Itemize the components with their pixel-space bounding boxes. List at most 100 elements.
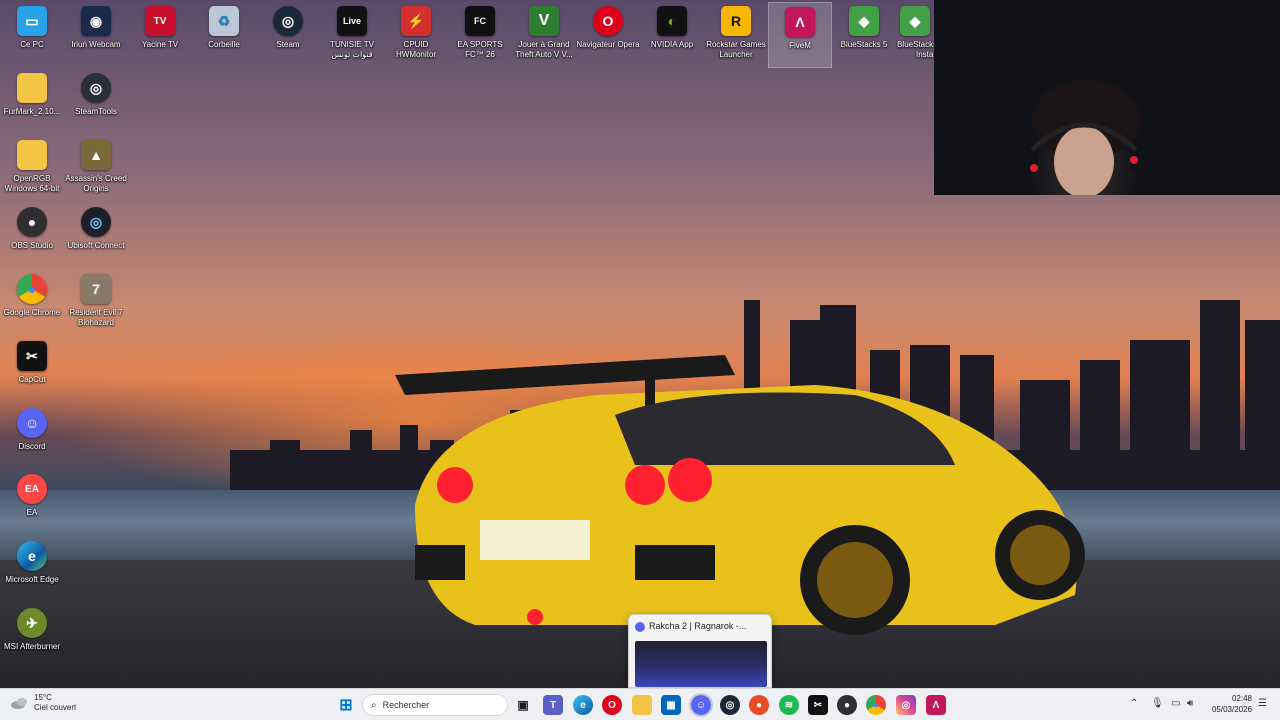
discord-icon — [635, 622, 645, 632]
desktop-icon-re7[interactable]: 7 Resident Evil 7 Biohazard — [64, 270, 128, 336]
windows-start-icon[interactable]: ⊞ — [336, 695, 356, 715]
desktop-icon-bluestacks[interactable]: ◆ BlueStacks 5 — [832, 2, 896, 68]
desktop-icon-steamtools[interactable]: ◎ SteamTools — [64, 69, 128, 135]
desktop-icon-steam[interactable]: ◎ Steam — [256, 2, 320, 68]
task-view-icon[interactable]: ▣ — [513, 695, 533, 715]
afterburner-icon: ✈ — [17, 608, 47, 638]
desktop-icon-microsoft-edge[interactable]: e Microsoft Edge — [0, 537, 64, 603]
notification-icon[interactable]: ☰ — [1258, 698, 1267, 709]
microsoft-store-icon[interactable]: ▦ — [661, 695, 681, 715]
webcam-icon: ◉ — [81, 6, 111, 36]
desktop-icon-label: Steam — [276, 40, 300, 49]
chevron-up-icon[interactable]: ⌃ — [1130, 698, 1138, 709]
teams-icon[interactable]: T — [543, 695, 563, 715]
desktop-icon-ea-fc26[interactable]: FC EA SPORTS FC™ 26 — [448, 2, 512, 68]
desktop-icon-tunisie-tv[interactable]: Live TUNISIE TV قنوات تونس — [320, 2, 384, 68]
obs-icon: ● — [17, 207, 47, 237]
instagram-icon[interactable]: ◎ — [896, 695, 916, 715]
search-box[interactable]: ⌕ Rechercher — [362, 694, 508, 716]
hwmonitor-icon: ⚡ — [401, 6, 431, 36]
webcam-overlay — [934, 0, 1280, 195]
desktop-icon-label: Google Chrome — [3, 308, 61, 317]
desktop-icon-rockstar[interactable]: R Rockstar Games Launcher — [704, 2, 768, 68]
weather-widget[interactable]: 15°C Ciel couvert — [10, 693, 76, 713]
clock-date: 05/03/2026 — [1211, 705, 1252, 714]
desktop-icon-nvidia-app[interactable]: ◐ NVIDIA App — [640, 2, 704, 68]
desktop-icon-ubisoft-connect[interactable]: ◎ Ubisoft Connect — [64, 203, 128, 269]
cloud-icon — [10, 696, 30, 710]
desktop-icon-label: Resident Evil 7 Biohazard — [69, 308, 123, 327]
desktop-icon-iriun-webcam[interactable]: ◉ Iriun Webcam — [64, 2, 128, 68]
weather-description: Ciel couvert — [34, 703, 77, 712]
microphone-icon[interactable]: 🎙︎ — [1151, 698, 1164, 709]
spotify-icon[interactable]: ≋ — [779, 695, 799, 715]
desktop-icon-ac-origins[interactable]: ▲ Assassin's Creed Origins — [64, 136, 128, 202]
desktop-icon-label: Ubisoft Connect — [67, 241, 125, 250]
steamtools-icon: ◎ — [81, 73, 111, 103]
search-placeholder: Rechercher — [382, 700, 430, 710]
desktop-icon-label: CapCut — [18, 375, 46, 384]
desktop-icon-google-chrome[interactable]: ● Google Chrome — [0, 270, 64, 336]
desktop-icon-label: TUNISIE TV قنوات تونس — [330, 40, 374, 59]
ea-icon: EA — [17, 474, 47, 504]
capcut-icon: ✂ — [17, 341, 47, 371]
edge-icon: e — [17, 541, 47, 571]
fc26-icon: FC — [465, 6, 495, 36]
taskbar-window-preview[interactable]: Rakcha 2 | Ragnarok -... — [628, 614, 772, 688]
yellow-sports-car — [395, 355, 1085, 635]
steam-icon: ◎ — [273, 6, 303, 36]
re7-icon: 7 — [81, 274, 111, 304]
ac-origins-icon: ▲ — [81, 140, 111, 170]
firefox-icon[interactable]: ● — [749, 695, 769, 715]
desktop-icon-opera[interactable]: O Navigateur Opera — [576, 2, 640, 68]
desktop-icon-hwmonitor[interactable]: ⚡ CPUID HWMonitor — [384, 2, 448, 68]
edge-icon[interactable]: e — [573, 695, 593, 715]
desktop-icon-ea[interactable]: EA EA — [0, 470, 64, 536]
computer-icon: ▭ — [17, 6, 47, 36]
preview-thumbnail — [635, 641, 767, 687]
desktop-icon-furmark[interactable]: FurMark_2.10... — [0, 69, 64, 135]
weather-temperature: 15°C — [34, 693, 52, 702]
file-explorer-icon[interactable] — [632, 695, 652, 715]
desktop-icon-fivem[interactable]: Λ FiveM — [768, 2, 832, 68]
fivem-icon[interactable]: Λ — [926, 695, 946, 715]
desktop-icon-obs-studio[interactable]: ● OBS Studio — [0, 203, 64, 269]
tv-icon: TV — [145, 6, 175, 36]
nvidia-icon: ◐ — [657, 6, 687, 36]
capcut-icon[interactable]: ✂ — [808, 695, 828, 715]
desktop-icon-label: Microsoft Edge — [5, 575, 59, 584]
desktop-icon-ce-pc[interactable]: ▭ Ce PC — [0, 2, 64, 68]
discord-icon[interactable]: ☺ — [689, 693, 713, 717]
opera-icon[interactable]: O — [602, 695, 622, 715]
folder-icon — [17, 73, 47, 103]
folder-icon — [17, 140, 47, 170]
desktop-icon-label: BlueStacks Multi-Insta... — [897, 40, 934, 59]
desktop-icon-msi-afterburner[interactable]: ✈ MSI Afterburner — [0, 604, 64, 670]
recycle-bin-icon: ♻ — [209, 6, 239, 36]
desktop-icon-label: CPUID HWMonitor — [395, 40, 436, 59]
desktop-icon-openrgb[interactable]: OpenRGB Windows 64-bit — [0, 136, 64, 202]
desktop-icon-gta-v[interactable]: V Jouer à Grand Theft Auto V V... — [512, 2, 576, 68]
chrome-icon: ● — [17, 274, 47, 304]
rockstar-icon: R — [721, 6, 751, 36]
desktop-icon-yacine-tv[interactable]: TV Yacine TV — [128, 2, 192, 68]
desktop-icon-bluestacks-multi[interactable]: ◆ BlueStacks Multi-Insta... — [896, 2, 934, 68]
desktop-icon-label: MSI Afterburner — [3, 642, 61, 651]
obs-icon[interactable]: ● — [837, 695, 857, 715]
chrome-icon[interactable]: ● — [866, 695, 886, 715]
desktop-icon-corbeille[interactable]: ♻ Corbeille — [192, 2, 256, 68]
steam-icon[interactable]: ◎ — [720, 695, 740, 715]
webcam-person — [1030, 80, 1140, 195]
volume-icon[interactable]: 🔊︎ — [1187, 698, 1193, 709]
desktop-icon-capcut[interactable]: ✂ CapCut — [0, 337, 64, 403]
desktop-icon-label: Rockstar Games Launcher — [706, 40, 766, 59]
desktop-icon-label: FurMark_2.10... — [3, 107, 61, 116]
network-icon[interactable]: ▭ — [1171, 698, 1180, 709]
desktop-icon-discord[interactable]: ☺ Discord — [0, 404, 64, 470]
desktop-icon-label: Discord — [18, 442, 46, 451]
desktop-icon-label: Assassin's Creed Origins — [65, 174, 127, 193]
desktop-icon-label: EA — [26, 508, 38, 517]
desktop-icon-label: Ce PC — [20, 40, 44, 49]
taskbar-clock[interactable]: 02:48 05/03/2026 — [1204, 693, 1252, 715]
desktop-icon-label: NVIDIA App — [650, 40, 694, 49]
